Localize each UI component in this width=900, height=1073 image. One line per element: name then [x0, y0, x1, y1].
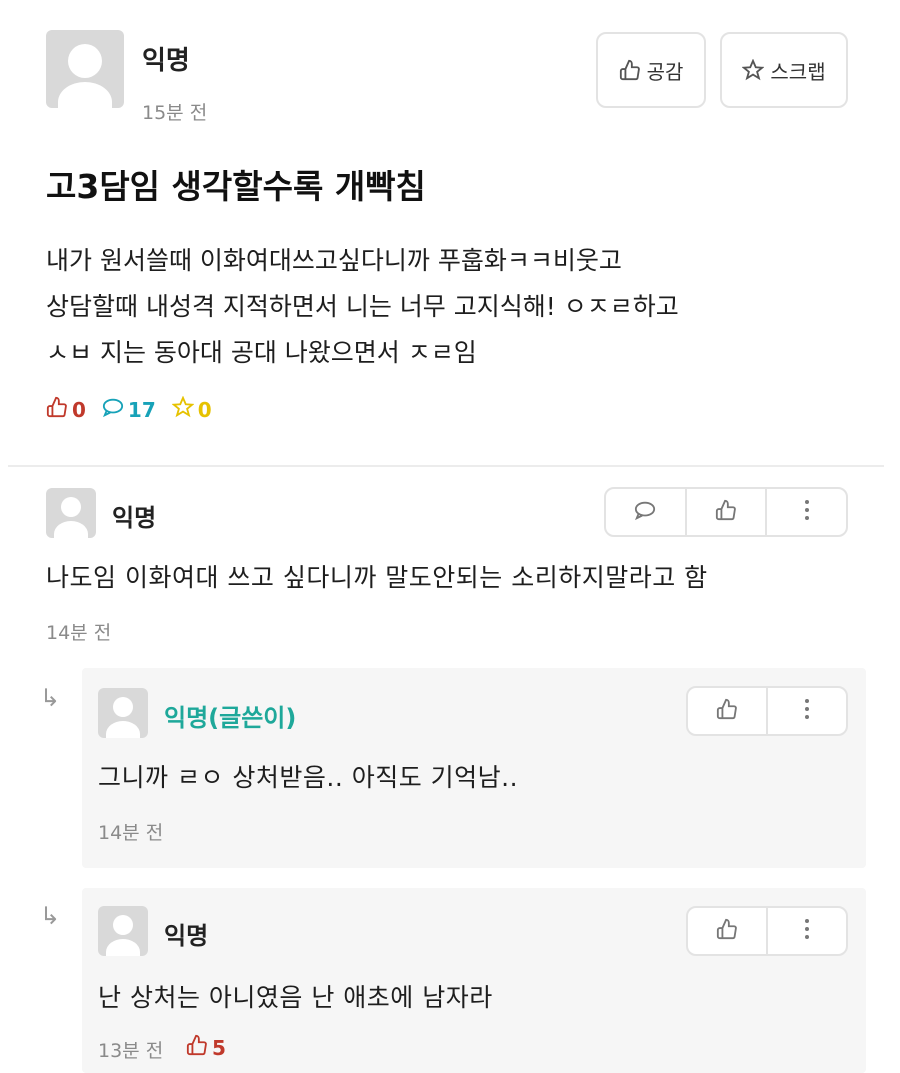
reply-text: 그니까 ㄹㅇ 상처받음.. 아직도 기억남.. — [98, 763, 519, 792]
star-icon — [742, 59, 765, 81]
thumbs-up-icon — [46, 396, 68, 423]
comment-author: 익명 — [112, 504, 157, 532]
comment-actions — [604, 487, 848, 537]
post-stats: 0 17 0 — [46, 395, 224, 423]
post-body-line: 상담할때 내성격 지적하면서 니는 너무 고지식해! ㅇㅈㄹ하고 — [46, 292, 679, 321]
like-button-label: 공감 — [646, 59, 684, 84]
more-button[interactable] — [765, 489, 846, 535]
reply-author: 익명(글쓴이) — [164, 704, 297, 732]
reply-like-button[interactable] — [688, 688, 766, 734]
reply-time: 13분 전 — [98, 1040, 164, 1062]
scrap-button[interactable]: 스크랩 — [720, 32, 848, 108]
thumbs-up-icon — [186, 1034, 208, 1061]
post-body-line: ㅅㅂ 지는 동아대 공대 나왔으면서 ㅈㄹ임 — [46, 338, 477, 367]
reply-like-button[interactable] — [688, 908, 766, 954]
comment-like-button[interactable] — [684, 489, 766, 535]
more-button[interactable] — [766, 908, 846, 954]
comment-time: 14분 전 — [46, 622, 112, 644]
comment-icon — [634, 499, 656, 525]
star-icon — [171, 395, 195, 423]
avatar — [46, 30, 124, 108]
thumbs-up-icon — [716, 918, 738, 944]
more-icon — [804, 698, 810, 724]
reply-author: 익명 — [164, 922, 209, 950]
avatar — [46, 488, 96, 538]
thumbs-up-icon — [716, 698, 738, 724]
like-count: 0 — [46, 396, 86, 423]
reply-like-count: 5 — [186, 1034, 226, 1061]
reply-arrow-icon: ↳ — [40, 684, 61, 712]
comment-text: 나도임 이화여대 쓰고 싶다니까 말도안되는 소리하지말라고 함 — [46, 563, 708, 592]
thumbs-up-icon — [715, 499, 737, 525]
comment-count: 17 — [102, 396, 156, 423]
thumbs-up-icon — [619, 59, 641, 81]
divider — [8, 465, 884, 467]
like-button[interactable]: 공감 — [596, 32, 706, 108]
avatar — [98, 688, 148, 738]
reply-arrow-icon: ↳ — [40, 902, 61, 930]
post-title: 고3담임 생각할수록 개빡침 — [46, 167, 426, 206]
reply-time: 14분 전 — [98, 822, 164, 844]
reply-actions — [686, 686, 848, 736]
more-icon — [804, 499, 810, 525]
post-body-line: 내가 원서쓸때 이화여대쓰고싶다니까 푸훕화ㅋㅋ비웃고 — [46, 246, 622, 275]
scrap-count: 0 — [171, 395, 212, 423]
post-time: 15분 전 — [142, 102, 208, 124]
post-author: 익명 — [142, 46, 190, 76]
more-button[interactable] — [766, 688, 846, 734]
more-icon — [804, 918, 810, 944]
scrap-button-label: 스크랩 — [770, 59, 826, 84]
avatar — [98, 906, 148, 956]
post-body: 내가 원서쓸때 이화여대쓰고싶다니까 푸훕화ㅋㅋ비웃고 상담할때 내성격 지적하… — [46, 238, 826, 376]
reply-button[interactable] — [606, 489, 685, 535]
reply-text: 난 상처는 아니였음 난 애초에 남자라 — [98, 983, 493, 1012]
comment-icon — [102, 396, 124, 423]
reply-actions — [686, 906, 848, 956]
